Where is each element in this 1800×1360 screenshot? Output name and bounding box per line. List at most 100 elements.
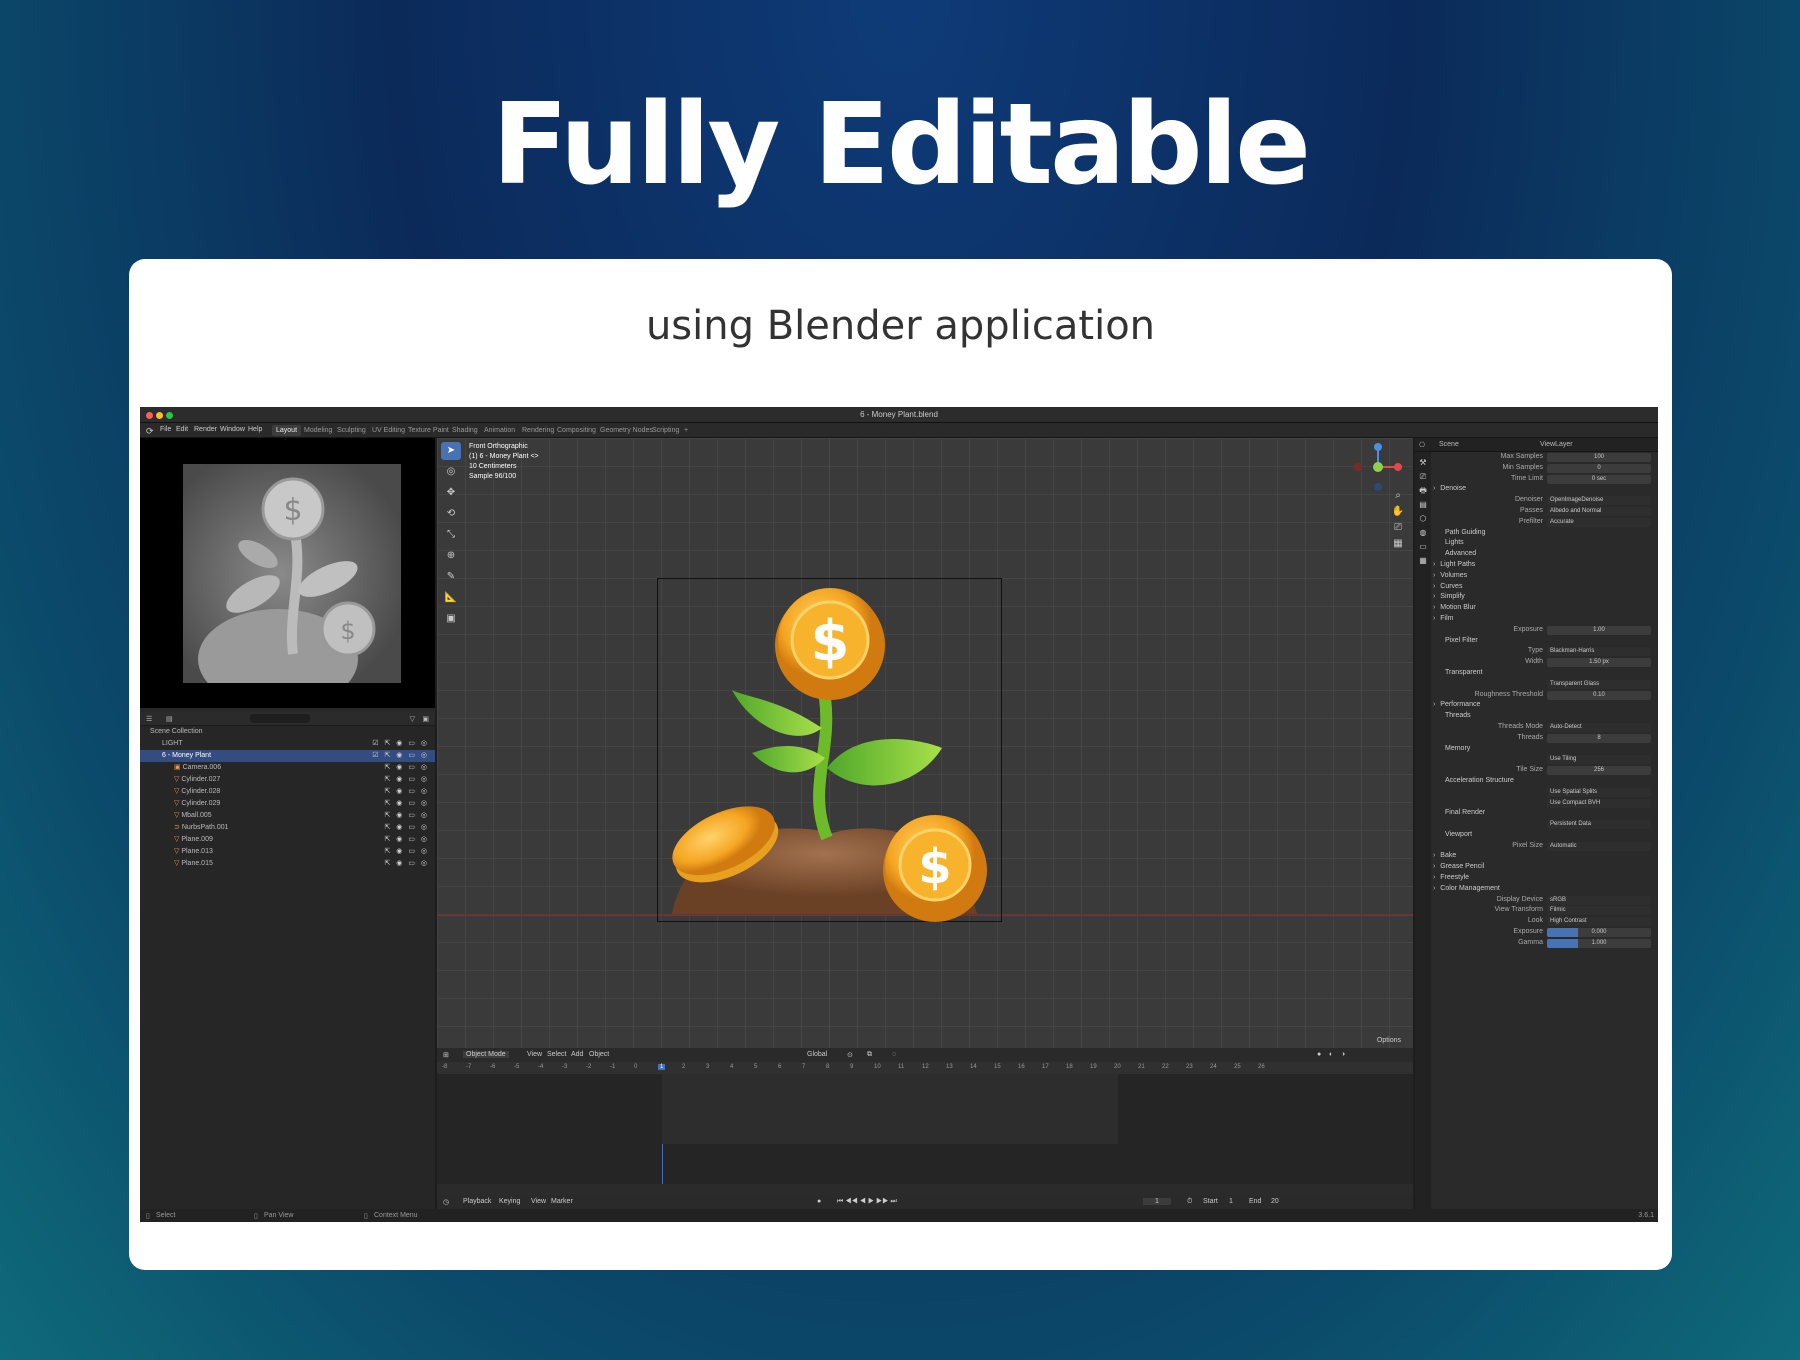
- mode-dropdown[interactable]: Object Mode: [463, 1051, 509, 1058]
- property-row[interactable]: Passes Albedo and Normal: [1433, 506, 1658, 517]
- menu-add[interactable]: Add: [571, 1051, 583, 1058]
- add-workspace-icon[interactable]: +: [680, 425, 692, 436]
- property-value-field[interactable]: Accurate: [1547, 517, 1651, 527]
- menu-playback[interactable]: Playback: [463, 1198, 491, 1205]
- display-mode-icon[interactable]: ▤: [166, 715, 173, 723]
- menu-file[interactable]: File: [160, 426, 171, 433]
- visibility-icons[interactable]: ☑ ⇱ ◉ ▭ ◎: [372, 738, 429, 750]
- property-row[interactable]: Pixel Size Automatic: [1433, 841, 1658, 852]
- current-frame-field[interactable]: 1: [1143, 1198, 1171, 1205]
- collection-tab-icon[interactable]: ▭: [1415, 540, 1431, 554]
- proportional-edit-icon[interactable]: ◌: [892, 1051, 896, 1058]
- tab-sculpting[interactable]: Sculpting: [333, 425, 370, 436]
- property-row[interactable]: Prefilter Accurate: [1433, 517, 1658, 528]
- panel-header[interactable]: › Performance: [1433, 700, 1658, 711]
- tab-texture-paint[interactable]: Texture Paint: [404, 425, 453, 436]
- axis-gizmo-icon[interactable]: [1353, 442, 1403, 492]
- menu-window[interactable]: Window: [220, 426, 245, 433]
- panel-header[interactable]: › Motion Blur: [1433, 603, 1658, 614]
- outliner-row-plane-015[interactable]: ▽ Plane.015 ⇱ ◉ ▭ ◎: [140, 858, 435, 870]
- annotate-tool-icon[interactable]: ✎: [441, 568, 461, 586]
- property-row[interactable]: Roughness Threshold 0.10: [1433, 690, 1658, 701]
- world-tab-icon[interactable]: ◍: [1415, 526, 1431, 540]
- transform-tool-icon[interactable]: ⊕: [441, 547, 461, 565]
- property-value-field[interactable]: High Contrast: [1547, 917, 1651, 927]
- tab-scripting[interactable]: Scripting: [648, 425, 683, 436]
- panel-header[interactable]: › Light Paths: [1433, 560, 1658, 571]
- property-row[interactable]: Type Blackman-Harris: [1433, 646, 1658, 657]
- add-cube-tool-icon[interactable]: ▣: [441, 610, 461, 628]
- panel-header[interactable]: › Bake: [1433, 851, 1658, 862]
- editor-type-icon[interactable]: ◷: [443, 1198, 449, 1206]
- property-value-field[interactable]: 1.00: [1547, 625, 1651, 635]
- ortho-grid-icon[interactable]: ▦: [1391, 536, 1405, 552]
- property-row[interactable]: Threads 8: [1433, 733, 1658, 744]
- visibility-icons[interactable]: ⇱ ◉ ▭ ◎: [384, 774, 429, 786]
- subpanel-header[interactable]: Pixel Filter: [1433, 636, 1658, 647]
- keyframe-area[interactable]: [437, 1074, 1413, 1184]
- property-row[interactable]: Use Tiling: [1433, 754, 1658, 765]
- visibility-icons[interactable]: ⇱ ◉ ▭ ◎: [384, 798, 429, 810]
- panel-header[interactable]: › Simplify: [1433, 592, 1658, 603]
- visibility-icons[interactable]: ⇱ ◉ ▭ ◎: [384, 786, 429, 798]
- property-value-field[interactable]: 0: [1547, 463, 1651, 473]
- outliner-row-camera[interactable]: ▣ Camera.006 ⇱ ◉ ▭ ◎: [140, 762, 435, 774]
- property-value-field[interactable]: Use Tiling: [1547, 755, 1651, 765]
- property-row[interactable]: Denoiser OpenImageDenoise: [1433, 495, 1658, 506]
- visibility-icons[interactable]: ⇱ ◉ ▭ ◎: [384, 810, 429, 822]
- property-row[interactable]: Min Samples 0: [1433, 463, 1658, 474]
- property-value-field[interactable]: 100: [1547, 453, 1651, 462]
- visibility-icons[interactable]: ☑ ⇱ ◉ ▭ ◎: [372, 750, 429, 762]
- subpanel-header[interactable]: Acceleration Structure: [1433, 776, 1658, 787]
- visibility-icons[interactable]: ⇱ ◉ ▭ ◎: [384, 834, 429, 846]
- new-collection-icon[interactable]: ▣: [422, 715, 429, 723]
- menu-view[interactable]: View: [531, 1198, 546, 1205]
- property-value-field[interactable]: Automatic: [1547, 841, 1651, 851]
- panel-header[interactable]: › Denoise: [1433, 484, 1658, 495]
- view-layer-tab-icon[interactable]: ▤: [1415, 498, 1431, 512]
- menu-object[interactable]: Object: [589, 1051, 609, 1058]
- property-value-field[interactable]: 1.50 px: [1547, 658, 1651, 668]
- render-tab-icon[interactable]: ⎚: [1415, 470, 1431, 484]
- tab-uv-editing[interactable]: UV Editing: [368, 425, 409, 436]
- property-row[interactable]: Time Limit 0 sec: [1433, 474, 1658, 485]
- property-row[interactable]: View Transform Filmic: [1433, 905, 1658, 916]
- camera-view-icon[interactable]: ⎚: [1391, 520, 1405, 536]
- view-layer-selector[interactable]: ViewLayer: [1540, 441, 1573, 448]
- property-value-field[interactable]: Blackman-Harris: [1547, 647, 1651, 657]
- editor-type-icon[interactable]: ⊞: [443, 1051, 449, 1059]
- outliner-row-cylinder-028[interactable]: ▽ Cylinder.028 ⇱ ◉ ▭ ◎: [140, 786, 435, 798]
- property-value-field[interactable]: 0.000: [1547, 928, 1651, 938]
- outliner-row-cylinder-029[interactable]: ▽ Cylinder.029 ⇱ ◉ ▭ ◎: [140, 798, 435, 810]
- tab-layout[interactable]: Layout: [272, 425, 302, 436]
- property-row[interactable]: Threads Mode Auto-Detect: [1433, 722, 1658, 733]
- subpanel-header[interactable]: Lights: [1433, 538, 1658, 549]
- property-value-field[interactable]: Persistent Data: [1547, 820, 1651, 830]
- property-value-field[interactable]: OpenImageDenoise: [1547, 496, 1651, 506]
- property-value-field[interactable]: sRGB: [1547, 895, 1651, 905]
- property-row[interactable]: Exposure 1.00: [1433, 625, 1658, 636]
- transform-orientation-dropdown[interactable]: Global: [807, 1051, 827, 1058]
- preview-range-icon[interactable]: ⏱: [1187, 1198, 1192, 1206]
- property-value-field[interactable]: 0 sec: [1547, 474, 1651, 484]
- cursor-tool-icon[interactable]: ◎: [441, 463, 461, 481]
- visibility-icons[interactable]: ⇱ ◉ ▭ ◎: [384, 846, 429, 858]
- end-frame-field[interactable]: 20: [1271, 1198, 1279, 1205]
- editor-type-icon[interactable]: ☰: [146, 715, 152, 723]
- property-row[interactable]: Use Spatial Splits: [1433, 787, 1658, 798]
- panel-header[interactable]: › Film: [1433, 614, 1658, 625]
- visibility-icons[interactable]: ⇱ ◉ ▭ ◎: [384, 762, 429, 774]
- outliner-search-input[interactable]: [250, 714, 310, 723]
- outliner-row-money-plant[interactable]: 6 - Money Plant ☑ ⇱ ◉ ▭ ◎: [140, 750, 435, 762]
- tab-shading[interactable]: Shading: [448, 425, 482, 436]
- panel-header[interactable]: › Color Management: [1433, 884, 1658, 895]
- outliner-row-nurbspath[interactable]: ⊃ NurbsPath.001 ⇱ ◉ ▭ ◎: [140, 822, 435, 834]
- outliner-row-cylinder-027[interactable]: ▽ Cylinder.027 ⇱ ◉ ▭ ◎: [140, 774, 435, 786]
- panel-header[interactable]: › Volumes: [1433, 571, 1658, 582]
- texture-tab-icon[interactable]: ▦: [1415, 554, 1431, 568]
- property-row[interactable]: Look High Contrast: [1433, 916, 1658, 927]
- property-value-field[interactable]: 1.000: [1547, 938, 1651, 948]
- menu-edit[interactable]: Edit: [176, 426, 188, 433]
- property-row[interactable]: Persistent Data: [1433, 819, 1658, 830]
- snap-icon[interactable]: ⧉: [867, 1051, 872, 1059]
